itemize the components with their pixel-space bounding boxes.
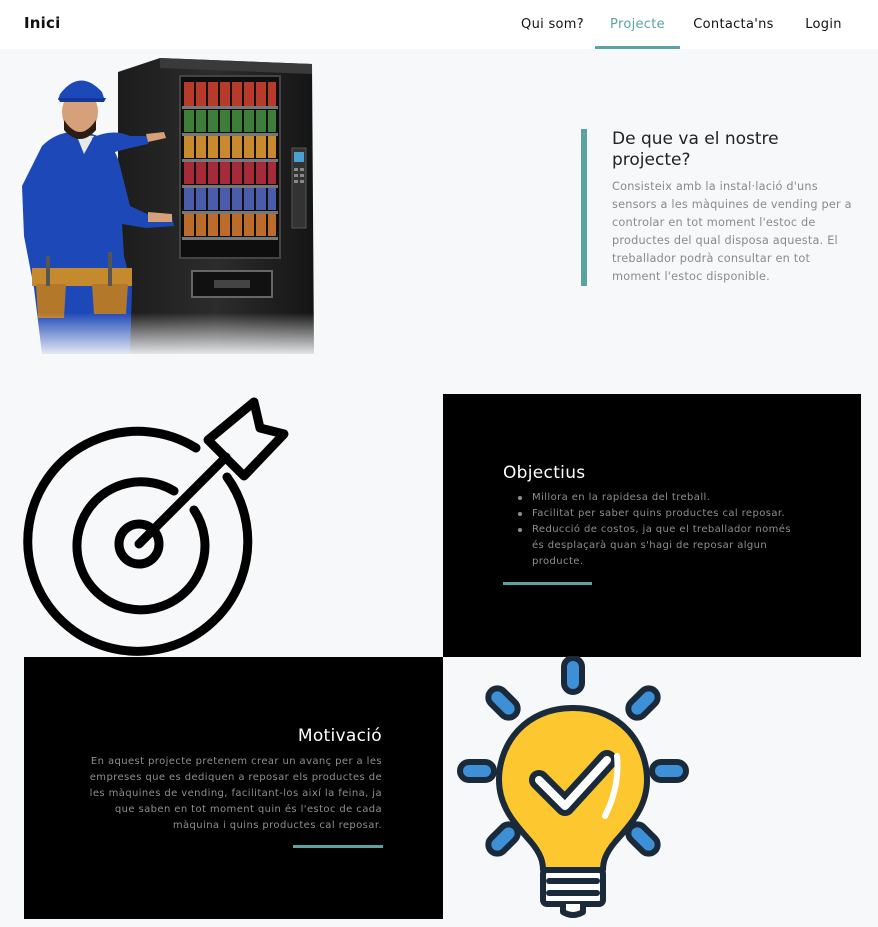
- objectius-item: Facilitat per saber quins productes cal …: [503, 506, 803, 522]
- navbar: Inici Qui som? Projecte Contacta'ns Logi…: [0, 0, 878, 49]
- objectius-item: Millora en la rapidesa del treball.: [503, 490, 803, 506]
- motivacio-text: En aquest projecte pretenem crear un ava…: [89, 756, 382, 831]
- target-arrow-icon: [23, 397, 289, 656]
- objectius-item: Reducció de costos, ja que el treballado…: [503, 522, 803, 570]
- vending-machine-worker-image: [22, 56, 318, 358]
- intro-accent-bar: [581, 129, 587, 286]
- intro-text: Consisteix amb la instal·lació d'uns sen…: [612, 180, 852, 283]
- nav-link-qui-som[interactable]: Qui som?: [510, 0, 595, 49]
- motivacio-accent-line: [293, 845, 383, 848]
- objectius-title: Objectius: [503, 463, 586, 483]
- motivacio-title: Motivació: [297, 726, 382, 746]
- objectius-accent-line: [503, 582, 592, 585]
- intro-title: De que va el nostre projecte?: [612, 129, 779, 170]
- brand-link[interactable]: Inici: [24, 14, 60, 32]
- nav-link-projecte[interactable]: Projecte: [595, 0, 680, 49]
- lightbulb-check-icon: [457, 656, 689, 918]
- motivacio-panel: Motivació En aquest projecte pretenem cr…: [24, 657, 443, 919]
- nav-links: Qui som? Projecte Contacta'ns Login: [510, 0, 878, 49]
- objectius-list: Millora en la rapidesa del treball. Faci…: [503, 490, 803, 570]
- nav-link-login[interactable]: Login: [787, 0, 860, 49]
- nav-link-contactans[interactable]: Contacta'ns: [680, 0, 787, 49]
- objectius-panel: Objectius Millora en la rapidesa del tre…: [443, 394, 861, 657]
